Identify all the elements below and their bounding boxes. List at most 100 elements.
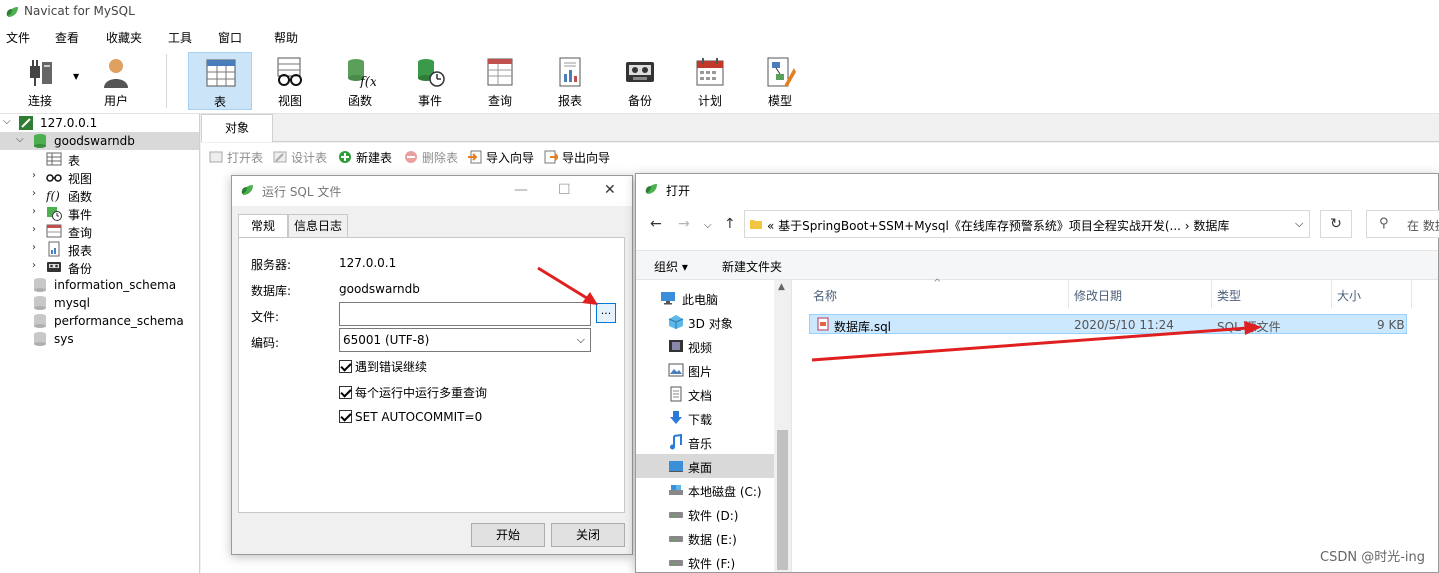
- chevron-down-icon[interactable]: ⌵: [704, 220, 712, 231]
- column-type[interactable]: 类型: [1217, 287, 1241, 304]
- nav-scrollbar[interactable]: ▲: [774, 280, 791, 572]
- chevron-right-icon[interactable]: ›: [32, 224, 42, 236]
- organize-button[interactable]: 组织 ▾: [654, 258, 688, 275]
- refresh-button[interactable]: ↻: [1320, 210, 1352, 238]
- autocommit-checkbox[interactable]: SET AUTOCOMMIT=0: [339, 410, 482, 424]
- chevron-down-icon[interactable]: ⌵: [3, 116, 13, 128]
- close-icon[interactable]: ✕: [604, 182, 616, 198]
- open-table-button[interactable]: 打开表: [209, 149, 263, 166]
- query-button[interactable]: 查询: [468, 52, 532, 110]
- nav-drive-f[interactable]: 软件 (F:): [636, 550, 774, 573]
- tab-message-log[interactable]: 信息日志: [288, 214, 348, 238]
- table-button[interactable]: 表: [188, 52, 252, 110]
- nav-drive-c[interactable]: 本地磁盘 (C:): [636, 478, 774, 502]
- menu-file[interactable]: 文件: [6, 29, 30, 46]
- export-wizard-button[interactable]: 导出向导: [544, 149, 610, 166]
- nav-documents[interactable]: 文档: [636, 382, 774, 406]
- scrollbar-thumb[interactable]: [777, 430, 788, 570]
- delete-table-button[interactable]: 删除表: [404, 149, 458, 166]
- nav-pictures[interactable]: 图片: [636, 358, 774, 382]
- nav-drive-e[interactable]: 数据 (E:): [636, 526, 774, 550]
- close-button[interactable]: 关闭: [551, 523, 625, 547]
- function-button[interactable]: f(x) 函数: [328, 52, 392, 110]
- design-table-button[interactable]: 设计表: [273, 149, 327, 166]
- new-folder-button[interactable]: 新建文件夹: [722, 258, 782, 275]
- new-table-label: 新建表: [356, 151, 393, 165]
- chevron-down-icon[interactable]: ⌵: [16, 134, 26, 146]
- browse-button[interactable]: ...: [596, 303, 616, 323]
- forward-arrow-icon[interactable]: →: [678, 216, 690, 232]
- tree-item-backups[interactable]: › 备份: [0, 258, 199, 276]
- nav-drive-d[interactable]: 软件 (D:): [636, 502, 774, 526]
- tree-item-functions[interactable]: › f() 函数: [0, 186, 199, 204]
- continue-on-error-checkbox[interactable]: 遇到错误继续: [339, 358, 427, 375]
- tree-item-reports[interactable]: › 报表: [0, 240, 199, 258]
- tree-database[interactable]: ⌵ goodswarndb: [0, 132, 199, 150]
- column-name[interactable]: 名称: [813, 287, 837, 304]
- column-date[interactable]: 修改日期: [1074, 287, 1122, 304]
- title-bar: Navicat for MySQL: [0, 0, 1439, 24]
- tree-item-queries[interactable]: › 查询: [0, 222, 199, 240]
- tree-item-events[interactable]: › 事件: [0, 204, 199, 222]
- scroll-up-icon[interactable]: ▲: [778, 282, 785, 292]
- schedule-button[interactable]: 计划: [678, 52, 742, 110]
- nav-desktop[interactable]: 桌面: [636, 454, 774, 478]
- import-wizard-button[interactable]: 导入向导: [468, 149, 534, 166]
- column-divider[interactable]: [1211, 280, 1212, 308]
- menu-help[interactable]: 帮助: [274, 29, 298, 46]
- folder-icon: [750, 220, 762, 229]
- tree-connection[interactable]: ⌵ 127.0.0.1: [0, 114, 199, 132]
- encoding-select[interactable]: 65001 (UTF-8) ⌵: [339, 328, 591, 352]
- chevron-right-icon[interactable]: ›: [32, 260, 42, 272]
- nav-videos[interactable]: 视频: [636, 334, 774, 358]
- view-button[interactable]: 视图: [258, 52, 322, 110]
- tab-objects[interactable]: 对象: [201, 114, 273, 142]
- general-panel: 服务器: 127.0.0.1 数据库: goodswarndb 文件: ... …: [238, 237, 625, 513]
- multiple-queries-checkbox[interactable]: 每个运行中运行多重查询: [339, 384, 487, 401]
- column-divider[interactable]: [1331, 280, 1332, 308]
- nav-this-pc[interactable]: 此电脑: [636, 286, 774, 310]
- tree-item-views[interactable]: › 视图: [0, 168, 199, 186]
- tree-item-tables[interactable]: 表: [0, 150, 199, 168]
- tree-db-mysql[interactable]: mysql: [0, 294, 199, 312]
- tab-general[interactable]: 常规: [238, 214, 288, 238]
- chevron-right-icon[interactable]: ›: [32, 206, 42, 218]
- file-path-input[interactable]: [339, 302, 591, 326]
- address-bar[interactable]: « 基于SpringBoot+SSM+Mysql《在线库存预警系统》项目全程实战…: [744, 210, 1310, 238]
- model-button[interactable]: 模型: [748, 52, 812, 110]
- menu-view[interactable]: 查看: [55, 29, 79, 46]
- maximize-icon[interactable]: ☐: [558, 182, 571, 198]
- report-button[interactable]: 报表: [538, 52, 602, 110]
- new-table-button[interactable]: 新建表: [338, 149, 392, 166]
- chevron-down-icon[interactable]: ⌵: [1295, 217, 1303, 231]
- toolbar-label: 查询: [487, 94, 512, 108]
- back-arrow-icon[interactable]: ←: [650, 216, 662, 232]
- chevron-right-icon[interactable]: ›: [32, 188, 42, 200]
- menu-favorites[interactable]: 收藏夹: [106, 29, 142, 46]
- chevron-down-icon[interactable]: ▼: [73, 72, 79, 81]
- tree-db-information-schema[interactable]: information_schema: [0, 276, 199, 294]
- menu-bar: 文件 查看 收藏夹 工具 窗口 帮助: [0, 24, 1439, 48]
- chevron-right-icon[interactable]: ›: [32, 242, 42, 254]
- tree-db-sys[interactable]: sys: [0, 330, 199, 348]
- column-divider[interactable]: [1068, 280, 1069, 308]
- start-button[interactable]: 开始: [471, 523, 545, 547]
- minimize-icon[interactable]: —: [514, 182, 528, 198]
- nav-music[interactable]: 音乐: [636, 430, 774, 454]
- file-row[interactable]: 数据库.sql 2020/5/10 11:24 SQL 源文件 9 KB: [809, 314, 1407, 334]
- connection-button[interactable]: 连接: [8, 52, 72, 110]
- backup-button[interactable]: 备份: [608, 52, 672, 110]
- tree-db-performance-schema[interactable]: performance_schema: [0, 312, 199, 330]
- search-box[interactable]: ⚲ 在 数据: [1366, 210, 1439, 238]
- nav-3d-objects[interactable]: 3D 对象: [636, 310, 774, 334]
- chevron-right-icon[interactable]: ›: [32, 170, 42, 182]
- view-icon: [277, 57, 302, 86]
- column-divider[interactable]: [1411, 280, 1412, 308]
- nav-downloads[interactable]: 下载: [636, 406, 774, 430]
- menu-tools[interactable]: 工具: [168, 29, 192, 46]
- user-button[interactable]: 用户: [84, 52, 148, 110]
- up-arrow-icon[interactable]: ↑: [724, 216, 736, 232]
- menu-window[interactable]: 窗口: [218, 29, 242, 46]
- column-size[interactable]: 大小: [1337, 287, 1361, 304]
- event-button[interactable]: 事件: [398, 52, 462, 110]
